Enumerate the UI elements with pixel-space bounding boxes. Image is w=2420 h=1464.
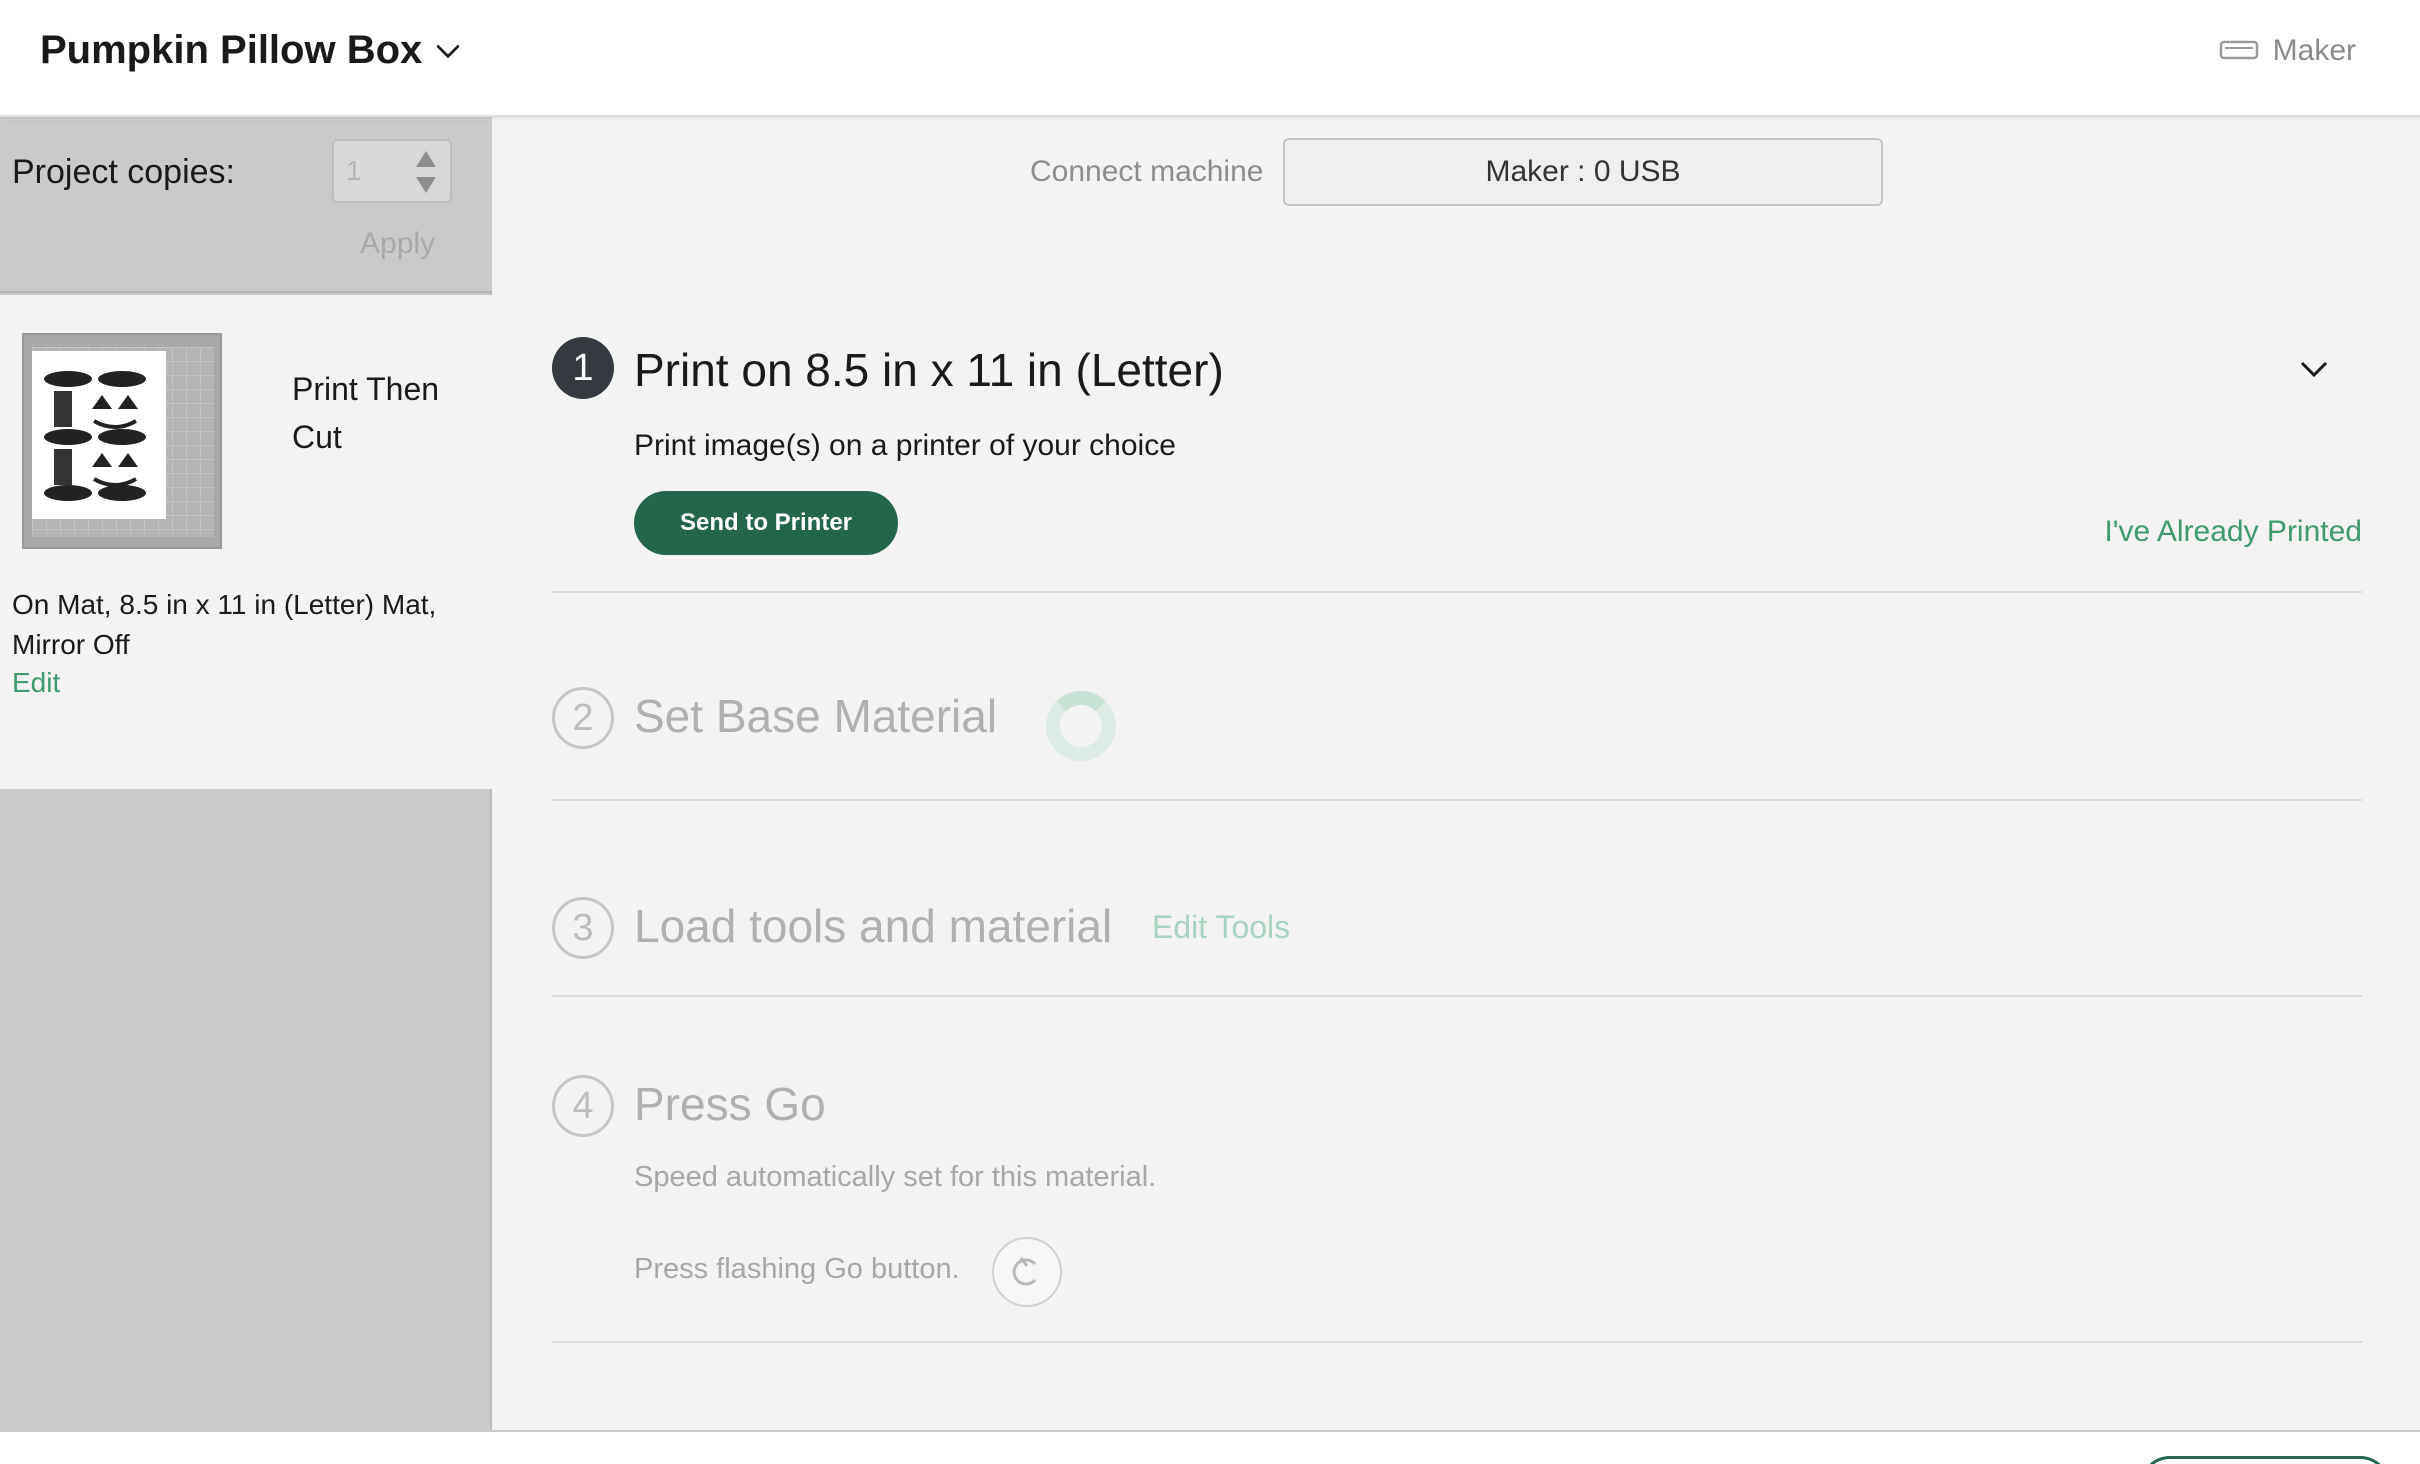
top-header: Pumpkin Pillow Box Maker (0, 0, 2420, 117)
machine-icon (2219, 40, 2258, 60)
project-title-dropdown[interactable]: Pumpkin Pillow Box (40, 28, 464, 73)
step-title: Print on 8.5 in x 11 in (Letter) (634, 344, 1224, 396)
step-number-badge: 1 (552, 337, 614, 399)
mat-edit-link[interactable]: Edit (12, 667, 60, 699)
mat-description: On Mat, 8.5 in x 11 in (Letter) Mat, Mir… (12, 589, 437, 660)
step-number-badge: 2 (552, 687, 614, 749)
edit-tools-link[interactable]: Edit Tools (1152, 909, 1290, 946)
connect-machine-label: Connect machine (1030, 155, 1264, 188)
step-title: Set Base Material (634, 690, 998, 742)
step-title: Load tools and material (634, 900, 1113, 952)
stepper-up-icon[interactable] (416, 151, 436, 167)
pumpkin-design-preview (44, 371, 146, 501)
step-title: Press Go (634, 1078, 826, 1130)
project-copies-panel: Project copies: 1 Apply (0, 117, 492, 293)
already-printed-link[interactable]: I've Already Printed (2104, 515, 2362, 549)
machine-indicator[interactable]: Maker (2219, 34, 2356, 68)
copies-value[interactable]: 1 (346, 155, 362, 187)
chevron-down-icon[interactable] (2296, 351, 2332, 387)
step-number-badge: 3 (552, 897, 614, 959)
stepper-down-icon[interactable] (416, 177, 436, 193)
mat-paper-preview (32, 351, 166, 519)
step-load-tools: 3 Load tools and material Edit Tools (552, 801, 2362, 997)
mat-card[interactable]: Print Then Cut On Mat, 8.5 in x 11 in (L… (0, 295, 492, 789)
main-panel: Connect machine Maker : 0 USB 1 Print on… (494, 117, 2420, 1430)
bottom-bar (0, 1430, 2420, 1464)
sidebar: Project copies: 1 Apply Print Then Cut O… (0, 117, 492, 1430)
step-subtitle: Print image(s) on a printer of your choi… (634, 429, 1176, 462)
connect-machine-select[interactable]: Maker : 0 USB (1283, 138, 1883, 206)
step-number-badge: 4 (552, 1075, 614, 1137)
loading-spinner (1046, 691, 1116, 761)
step-print: 1 Print on 8.5 in x 11 in (Letter) Print… (552, 337, 2362, 593)
copies-label: Project copies: (12, 153, 235, 191)
project-title: Pumpkin Pillow Box (40, 28, 423, 72)
speed-info-text: Speed automatically set for this materia… (634, 1161, 1157, 1193)
machine-name: Maker (2272, 34, 2356, 67)
copies-stepper[interactable]: 1 (332, 139, 452, 203)
mat-thumbnail[interactable] (22, 333, 222, 549)
send-to-printer-button[interactable]: Send to Printer (634, 491, 898, 555)
step-press-go: 4 Press Go Speed automatically set for t… (552, 997, 2362, 1343)
chevron-down-icon (436, 44, 460, 58)
press-go-text: Press flashing Go button. (634, 1253, 960, 1285)
mat-title: Print Then Cut (292, 371, 440, 455)
go-button-icon (992, 1237, 1062, 1307)
footer-action-button[interactable] (2140, 1456, 2390, 1464)
apply-button[interactable]: Apply (360, 227, 435, 261)
step-set-base-material: 2 Set Base Material (552, 593, 2362, 801)
